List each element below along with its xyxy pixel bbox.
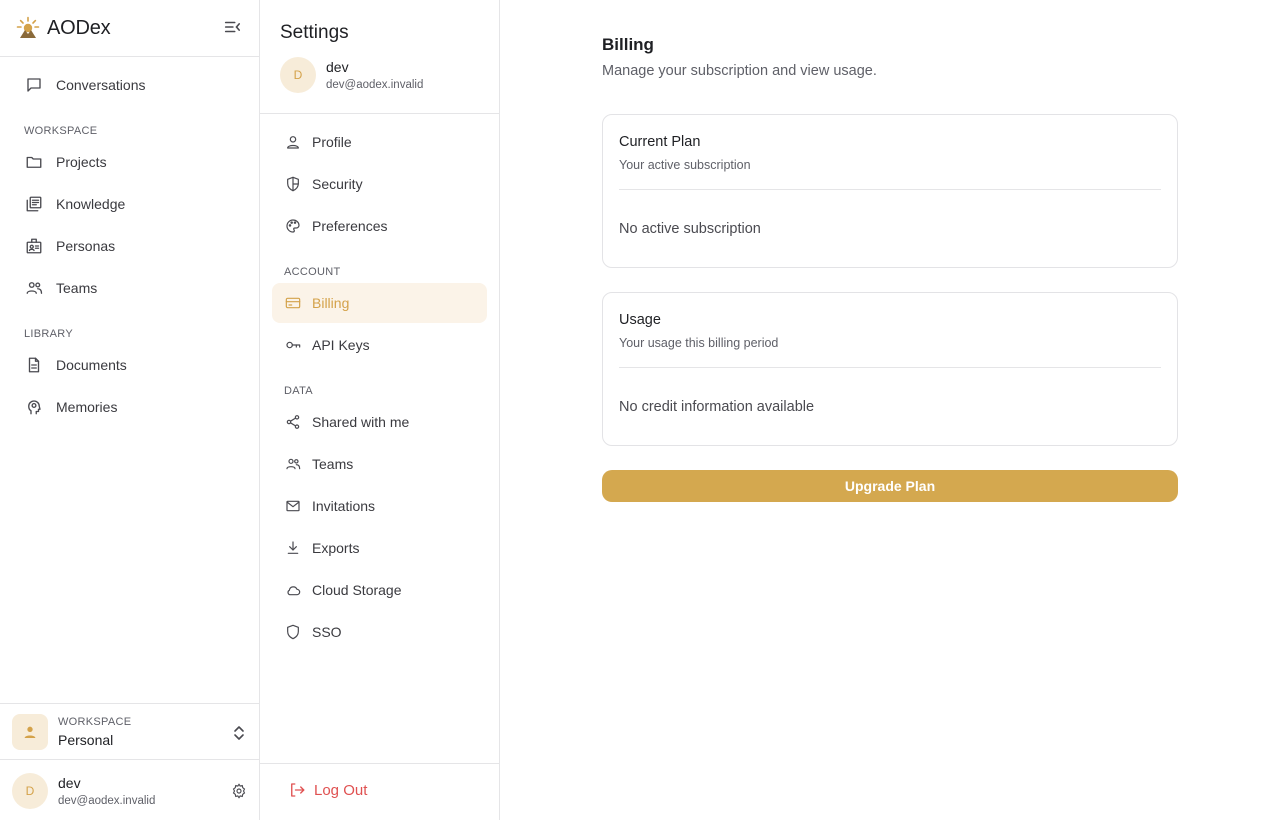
settings-item-preferences[interactable]: Preferences bbox=[272, 206, 487, 246]
settings-item-cloud-storage[interactable]: Cloud Storage bbox=[272, 570, 487, 610]
settings-sidebar: Settings D dev dev@aodex.invalid Profile… bbox=[260, 0, 500, 820]
card-subtitle: Your active subscription bbox=[619, 158, 751, 172]
card-title: Usage bbox=[619, 312, 661, 328]
sidebar-item-memories[interactable]: Memories bbox=[12, 387, 248, 427]
gear-icon[interactable] bbox=[231, 783, 247, 799]
person-icon bbox=[22, 724, 38, 740]
page-subtitle: Manage your subscription and view usage. bbox=[602, 63, 877, 79]
app-sidebar: AODex Conversations WORKSPACE Projects K… bbox=[0, 0, 260, 820]
mail-icon bbox=[284, 497, 302, 515]
avatar: D bbox=[12, 773, 48, 809]
current-plan-status: No active subscription bbox=[619, 221, 761, 237]
sidebar-item-label: Documents bbox=[56, 357, 127, 373]
settings-item-billing[interactable]: Billing bbox=[272, 283, 487, 323]
upgrade-plan-button[interactable]: Upgrade Plan bbox=[602, 470, 1178, 502]
settings-item-label: Shared with me bbox=[312, 414, 410, 430]
settings-item-profile[interactable]: Profile bbox=[272, 122, 487, 162]
chat-bubble-icon bbox=[24, 75, 44, 95]
sidebar-item-teams[interactable]: Teams bbox=[12, 268, 248, 308]
settings-section-data: DATA bbox=[284, 385, 313, 397]
app-name: AODex bbox=[47, 16, 111, 39]
folder-icon bbox=[24, 152, 44, 172]
sidebar-item-label: Memories bbox=[56, 399, 118, 415]
key-icon bbox=[284, 336, 302, 354]
settings-item-shared-with-me[interactable]: Shared with me bbox=[272, 402, 487, 442]
page-title: Billing bbox=[602, 35, 654, 54]
sidebar-item-label: Projects bbox=[56, 154, 107, 170]
person-outline-icon bbox=[284, 133, 302, 151]
settings-item-api-keys[interactable]: API Keys bbox=[272, 325, 487, 365]
divider bbox=[260, 113, 499, 114]
settings-user-email: dev@aodex.invalid bbox=[326, 79, 424, 91]
shield-outline-icon bbox=[284, 623, 302, 641]
settings-item-label: Exports bbox=[312, 540, 360, 556]
settings-user-name: dev bbox=[326, 59, 349, 75]
id-badge-icon bbox=[24, 236, 44, 256]
divider bbox=[619, 189, 1161, 190]
share-icon bbox=[284, 413, 302, 431]
settings-item-label: Invitations bbox=[312, 498, 376, 514]
settings-item-teams[interactable]: Teams bbox=[272, 444, 487, 484]
people-icon bbox=[284, 455, 302, 473]
logout-label: Log Out bbox=[314, 781, 368, 799]
usage-card: Usage Your usage this billing period No … bbox=[602, 292, 1178, 446]
usage-status: No credit information available bbox=[619, 399, 815, 415]
download-icon bbox=[284, 539, 302, 557]
settings-item-label: Cloud Storage bbox=[312, 582, 402, 598]
library-books-icon bbox=[24, 194, 44, 214]
workspace-switcher[interactable]: WORKSPACE Personal bbox=[0, 703, 259, 759]
user-name: dev bbox=[58, 775, 81, 791]
card-title: Current Plan bbox=[619, 134, 701, 150]
avatar: D bbox=[280, 57, 316, 93]
brand-header: AODex bbox=[0, 0, 259, 57]
settings-item-label: Profile bbox=[312, 134, 352, 150]
settings-item-label: Teams bbox=[312, 456, 354, 472]
sidebar-item-documents[interactable]: Documents bbox=[12, 345, 248, 385]
settings-item-invitations[interactable]: Invitations bbox=[272, 486, 487, 526]
workspace-label: WORKSPACE bbox=[58, 716, 132, 728]
chevron-up-down-icon[interactable] bbox=[231, 724, 247, 742]
people-icon bbox=[24, 278, 44, 298]
palette-icon bbox=[284, 217, 302, 235]
card-subtitle: Your usage this billing period bbox=[619, 336, 779, 350]
head-brain-icon bbox=[24, 397, 44, 417]
user-profile-footer: D dev dev@aodex.invalid bbox=[0, 759, 259, 820]
sidebar-item-label: Personas bbox=[56, 238, 116, 254]
billing-page: Billing Manage your subscription and vie… bbox=[500, 0, 1280, 820]
workspace-avatar bbox=[12, 714, 48, 750]
sidebar-section-workspace: WORKSPACE bbox=[24, 125, 98, 137]
divider bbox=[260, 763, 499, 764]
current-plan-card: Current Plan Your active subscription No… bbox=[602, 114, 1178, 268]
settings-item-label: Preferences bbox=[312, 218, 388, 234]
settings-item-label: Billing bbox=[312, 295, 350, 311]
logout-icon bbox=[288, 781, 306, 799]
cloud-icon bbox=[284, 581, 302, 599]
sidebar-item-conversations[interactable]: Conversations bbox=[12, 65, 248, 105]
document-icon bbox=[24, 355, 44, 375]
divider bbox=[619, 367, 1161, 368]
credit-card-icon bbox=[284, 294, 302, 312]
settings-item-security[interactable]: Security bbox=[272, 164, 487, 204]
sidebar-item-personas[interactable]: Personas bbox=[12, 226, 248, 266]
settings-item-label: Security bbox=[312, 176, 363, 192]
sidebar-section-library: LIBRARY bbox=[24, 328, 73, 340]
settings-item-label: SSO bbox=[312, 624, 342, 640]
settings-item-exports[interactable]: Exports bbox=[272, 528, 487, 568]
workspace-name: Personal bbox=[58, 732, 114, 748]
settings-item-sso[interactable]: SSO bbox=[272, 612, 487, 652]
user-email: dev@aodex.invalid bbox=[58, 795, 156, 807]
settings-title: Settings bbox=[280, 22, 349, 43]
sidebar-item-label: Knowledge bbox=[56, 196, 126, 212]
collapse-sidebar-icon[interactable] bbox=[223, 18, 243, 38]
settings-item-label: API Keys bbox=[312, 337, 370, 353]
sidebar-item-label: Conversations bbox=[56, 77, 146, 93]
app-logo-icon bbox=[16, 16, 40, 40]
shield-icon bbox=[284, 175, 302, 193]
sidebar-item-knowledge[interactable]: Knowledge bbox=[12, 184, 248, 224]
settings-section-account: ACCOUNT bbox=[284, 266, 341, 278]
logout-button[interactable]: Log Out bbox=[288, 781, 367, 799]
sidebar-item-projects[interactable]: Projects bbox=[12, 142, 248, 182]
sidebar-item-label: Teams bbox=[56, 280, 98, 296]
